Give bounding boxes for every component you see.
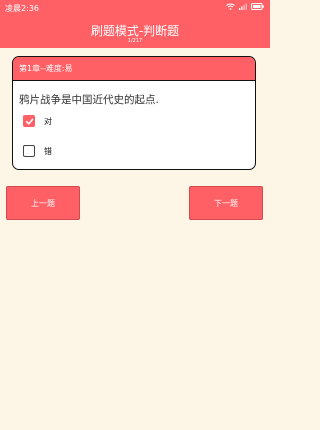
question-counter: 1/217: [127, 38, 143, 44]
option-true[interactable]: 对: [23, 115, 52, 127]
battery-icon: [251, 3, 264, 10]
chapter-difficulty-label: 第1章--难度:易: [13, 57, 255, 81]
prev-question-button[interactable]: 上一题: [6, 186, 80, 220]
question-card: 第1章--难度:易 鸦片战争是中国近代史的起点. 对 错: [12, 56, 256, 170]
checkbox-checked-icon[interactable]: [23, 115, 35, 127]
status-bar: 凌晨2:36: [0, 0, 270, 16]
wifi-icon: [226, 3, 235, 10]
checkbox-unchecked-icon[interactable]: [23, 145, 35, 157]
page-title: 刷题模式-判断题: [90, 24, 180, 38]
next-question-button[interactable]: 下一题: [189, 186, 263, 220]
option-true-label: 对: [44, 116, 52, 126]
title-bar: 刷题模式-判断题 1/217: [0, 16, 270, 48]
status-icons: [226, 3, 264, 10]
status-time: 凌晨2:36: [5, 4, 39, 13]
option-false[interactable]: 错: [23, 145, 52, 157]
option-false-label: 错: [44, 146, 52, 156]
question-text: 鸦片战争是中国近代史的起点.: [19, 94, 159, 106]
signal-icon: [239, 3, 247, 10]
